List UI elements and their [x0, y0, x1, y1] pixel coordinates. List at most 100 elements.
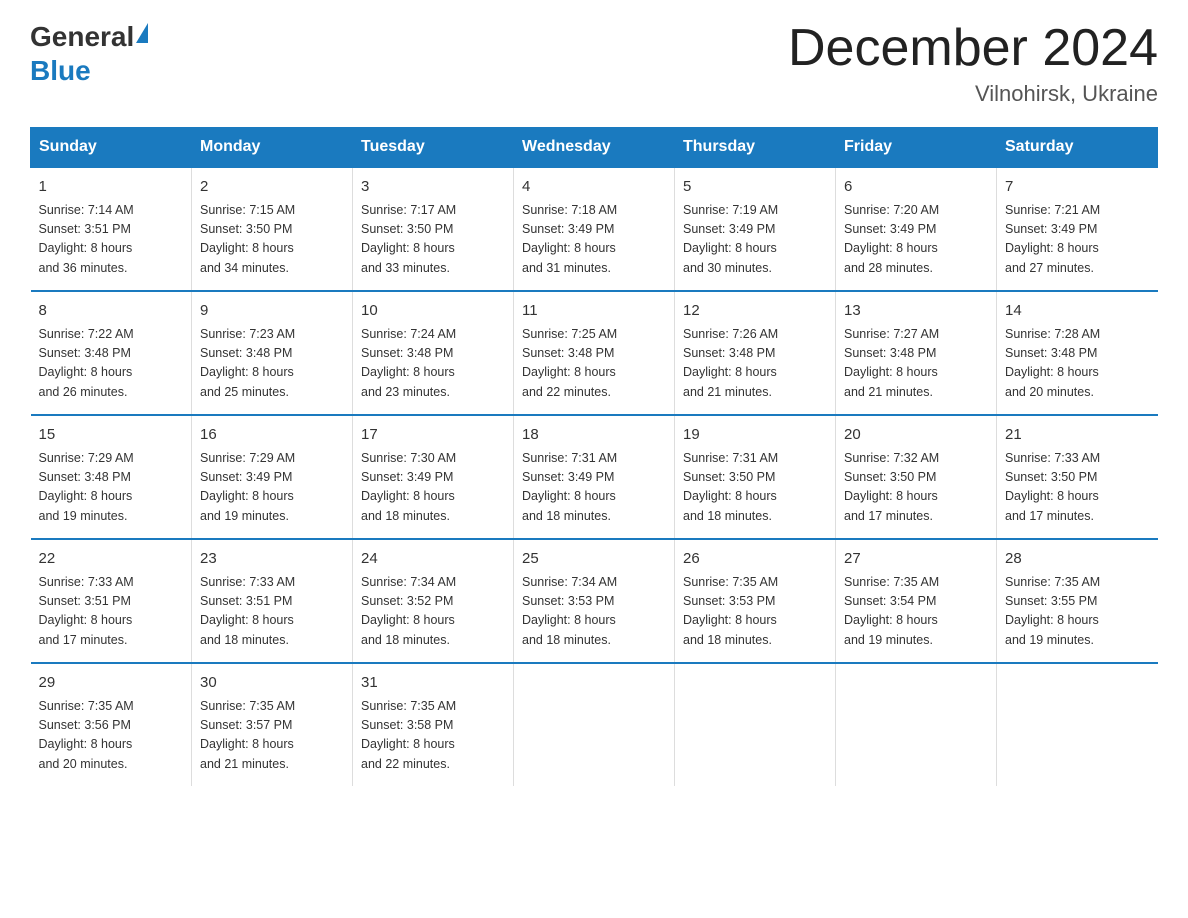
calendar-cell: 15 Sunrise: 7:29 AMSunset: 3:48 PMDaylig… — [31, 415, 192, 539]
day-info: Sunrise: 7:21 AMSunset: 3:49 PMDaylight:… — [1005, 203, 1100, 275]
day-number: 5 — [683, 176, 827, 199]
calendar-cell: 8 Sunrise: 7:22 AMSunset: 3:48 PMDayligh… — [31, 291, 192, 415]
location-text: Vilnohirsk, Ukraine — [788, 81, 1158, 107]
calendar-cell: 1 Sunrise: 7:14 AMSunset: 3:51 PMDayligh… — [31, 167, 192, 291]
calendar-cell: 18 Sunrise: 7:31 AMSunset: 3:49 PMDaylig… — [514, 415, 675, 539]
day-info: Sunrise: 7:31 AMSunset: 3:50 PMDaylight:… — [683, 451, 778, 523]
page-header: General Blue December 2024 Vilnohirsk, U… — [30, 20, 1158, 107]
col-thursday: Thursday — [675, 128, 836, 168]
logo-triangle-icon — [136, 23, 148, 43]
day-number: 31 — [361, 672, 505, 695]
day-number: 1 — [39, 176, 184, 199]
day-number: 2 — [200, 176, 344, 199]
day-info: Sunrise: 7:30 AMSunset: 3:49 PMDaylight:… — [361, 451, 456, 523]
calendar-week-row: 15 Sunrise: 7:29 AMSunset: 3:48 PMDaylig… — [31, 415, 1158, 539]
day-number: 24 — [361, 548, 505, 571]
day-number: 8 — [39, 300, 184, 323]
day-number: 10 — [361, 300, 505, 323]
calendar-cell: 16 Sunrise: 7:29 AMSunset: 3:49 PMDaylig… — [192, 415, 353, 539]
calendar-cell: 31 Sunrise: 7:35 AMSunset: 3:58 PMDaylig… — [353, 663, 514, 786]
calendar-cell: 30 Sunrise: 7:35 AMSunset: 3:57 PMDaylig… — [192, 663, 353, 786]
day-number: 26 — [683, 548, 827, 571]
day-info: Sunrise: 7:18 AMSunset: 3:49 PMDaylight:… — [522, 203, 617, 275]
day-number: 19 — [683, 424, 827, 447]
day-info: Sunrise: 7:23 AMSunset: 3:48 PMDaylight:… — [200, 327, 295, 399]
calendar-cell: 11 Sunrise: 7:25 AMSunset: 3:48 PMDaylig… — [514, 291, 675, 415]
day-number: 4 — [522, 176, 666, 199]
day-number: 21 — [1005, 424, 1150, 447]
day-info: Sunrise: 7:34 AMSunset: 3:52 PMDaylight:… — [361, 575, 456, 647]
col-saturday: Saturday — [997, 128, 1158, 168]
day-info: Sunrise: 7:35 AMSunset: 3:58 PMDaylight:… — [361, 699, 456, 771]
calendar-table: Sunday Monday Tuesday Wednesday Thursday… — [30, 127, 1158, 786]
day-info: Sunrise: 7:35 AMSunset: 3:56 PMDaylight:… — [39, 699, 134, 771]
day-number: 3 — [361, 176, 505, 199]
day-info: Sunrise: 7:14 AMSunset: 3:51 PMDaylight:… — [39, 203, 134, 275]
day-info: Sunrise: 7:34 AMSunset: 3:53 PMDaylight:… — [522, 575, 617, 647]
calendar-cell: 12 Sunrise: 7:26 AMSunset: 3:48 PMDaylig… — [675, 291, 836, 415]
day-info: Sunrise: 7:20 AMSunset: 3:49 PMDaylight:… — [844, 203, 939, 275]
month-title: December 2024 — [788, 20, 1158, 77]
logo-blue-text: Blue — [30, 55, 91, 86]
day-info: Sunrise: 7:27 AMSunset: 3:48 PMDaylight:… — [844, 327, 939, 399]
calendar-cell: 25 Sunrise: 7:34 AMSunset: 3:53 PMDaylig… — [514, 539, 675, 663]
day-info: Sunrise: 7:15 AMSunset: 3:50 PMDaylight:… — [200, 203, 295, 275]
day-number: 13 — [844, 300, 988, 323]
calendar-cell: 26 Sunrise: 7:35 AMSunset: 3:53 PMDaylig… — [675, 539, 836, 663]
day-info: Sunrise: 7:28 AMSunset: 3:48 PMDaylight:… — [1005, 327, 1100, 399]
calendar-cell: 28 Sunrise: 7:35 AMSunset: 3:55 PMDaylig… — [997, 539, 1158, 663]
calendar-cell: 3 Sunrise: 7:17 AMSunset: 3:50 PMDayligh… — [353, 167, 514, 291]
header-row: Sunday Monday Tuesday Wednesday Thursday… — [31, 128, 1158, 168]
calendar-cell: 13 Sunrise: 7:27 AMSunset: 3:48 PMDaylig… — [836, 291, 997, 415]
day-info: Sunrise: 7:29 AMSunset: 3:49 PMDaylight:… — [200, 451, 295, 523]
col-tuesday: Tuesday — [353, 128, 514, 168]
calendar-cell: 6 Sunrise: 7:20 AMSunset: 3:49 PMDayligh… — [836, 167, 997, 291]
calendar-cell: 20 Sunrise: 7:32 AMSunset: 3:50 PMDaylig… — [836, 415, 997, 539]
day-number: 7 — [1005, 176, 1150, 199]
calendar-cell — [836, 663, 997, 786]
calendar-cell: 4 Sunrise: 7:18 AMSunset: 3:49 PMDayligh… — [514, 167, 675, 291]
calendar-week-row: 8 Sunrise: 7:22 AMSunset: 3:48 PMDayligh… — [31, 291, 1158, 415]
day-info: Sunrise: 7:35 AMSunset: 3:55 PMDaylight:… — [1005, 575, 1100, 647]
title-block: December 2024 Vilnohirsk, Ukraine — [788, 20, 1158, 107]
day-number: 23 — [200, 548, 344, 571]
calendar-cell: 5 Sunrise: 7:19 AMSunset: 3:49 PMDayligh… — [675, 167, 836, 291]
day-info: Sunrise: 7:33 AMSunset: 3:51 PMDaylight:… — [39, 575, 134, 647]
col-monday: Monday — [192, 128, 353, 168]
calendar-cell — [997, 663, 1158, 786]
day-info: Sunrise: 7:17 AMSunset: 3:50 PMDaylight:… — [361, 203, 456, 275]
day-number: 15 — [39, 424, 184, 447]
calendar-cell — [514, 663, 675, 786]
day-info: Sunrise: 7:33 AMSunset: 3:51 PMDaylight:… — [200, 575, 295, 647]
calendar-cell: 24 Sunrise: 7:34 AMSunset: 3:52 PMDaylig… — [353, 539, 514, 663]
calendar-cell: 19 Sunrise: 7:31 AMSunset: 3:50 PMDaylig… — [675, 415, 836, 539]
calendar-cell: 29 Sunrise: 7:35 AMSunset: 3:56 PMDaylig… — [31, 663, 192, 786]
day-number: 9 — [200, 300, 344, 323]
col-friday: Friday — [836, 128, 997, 168]
day-number: 29 — [39, 672, 184, 695]
day-number: 17 — [361, 424, 505, 447]
calendar-cell — [675, 663, 836, 786]
day-info: Sunrise: 7:24 AMSunset: 3:48 PMDaylight:… — [361, 327, 456, 399]
col-sunday: Sunday — [31, 128, 192, 168]
day-number: 6 — [844, 176, 988, 199]
calendar-cell: 9 Sunrise: 7:23 AMSunset: 3:48 PMDayligh… — [192, 291, 353, 415]
day-number: 18 — [522, 424, 666, 447]
logo-general-text: General — [30, 20, 134, 54]
day-info: Sunrise: 7:26 AMSunset: 3:48 PMDaylight:… — [683, 327, 778, 399]
calendar-cell: 22 Sunrise: 7:33 AMSunset: 3:51 PMDaylig… — [31, 539, 192, 663]
logo: General Blue — [30, 20, 148, 87]
calendar-cell: 17 Sunrise: 7:30 AMSunset: 3:49 PMDaylig… — [353, 415, 514, 539]
day-number: 16 — [200, 424, 344, 447]
calendar-cell: 14 Sunrise: 7:28 AMSunset: 3:48 PMDaylig… — [997, 291, 1158, 415]
day-info: Sunrise: 7:35 AMSunset: 3:53 PMDaylight:… — [683, 575, 778, 647]
day-number: 14 — [1005, 300, 1150, 323]
day-number: 11 — [522, 300, 666, 323]
day-number: 12 — [683, 300, 827, 323]
calendar-cell: 27 Sunrise: 7:35 AMSunset: 3:54 PMDaylig… — [836, 539, 997, 663]
day-number: 22 — [39, 548, 184, 571]
calendar-week-row: 1 Sunrise: 7:14 AMSunset: 3:51 PMDayligh… — [31, 167, 1158, 291]
day-number: 30 — [200, 672, 344, 695]
calendar-cell: 2 Sunrise: 7:15 AMSunset: 3:50 PMDayligh… — [192, 167, 353, 291]
day-number: 25 — [522, 548, 666, 571]
